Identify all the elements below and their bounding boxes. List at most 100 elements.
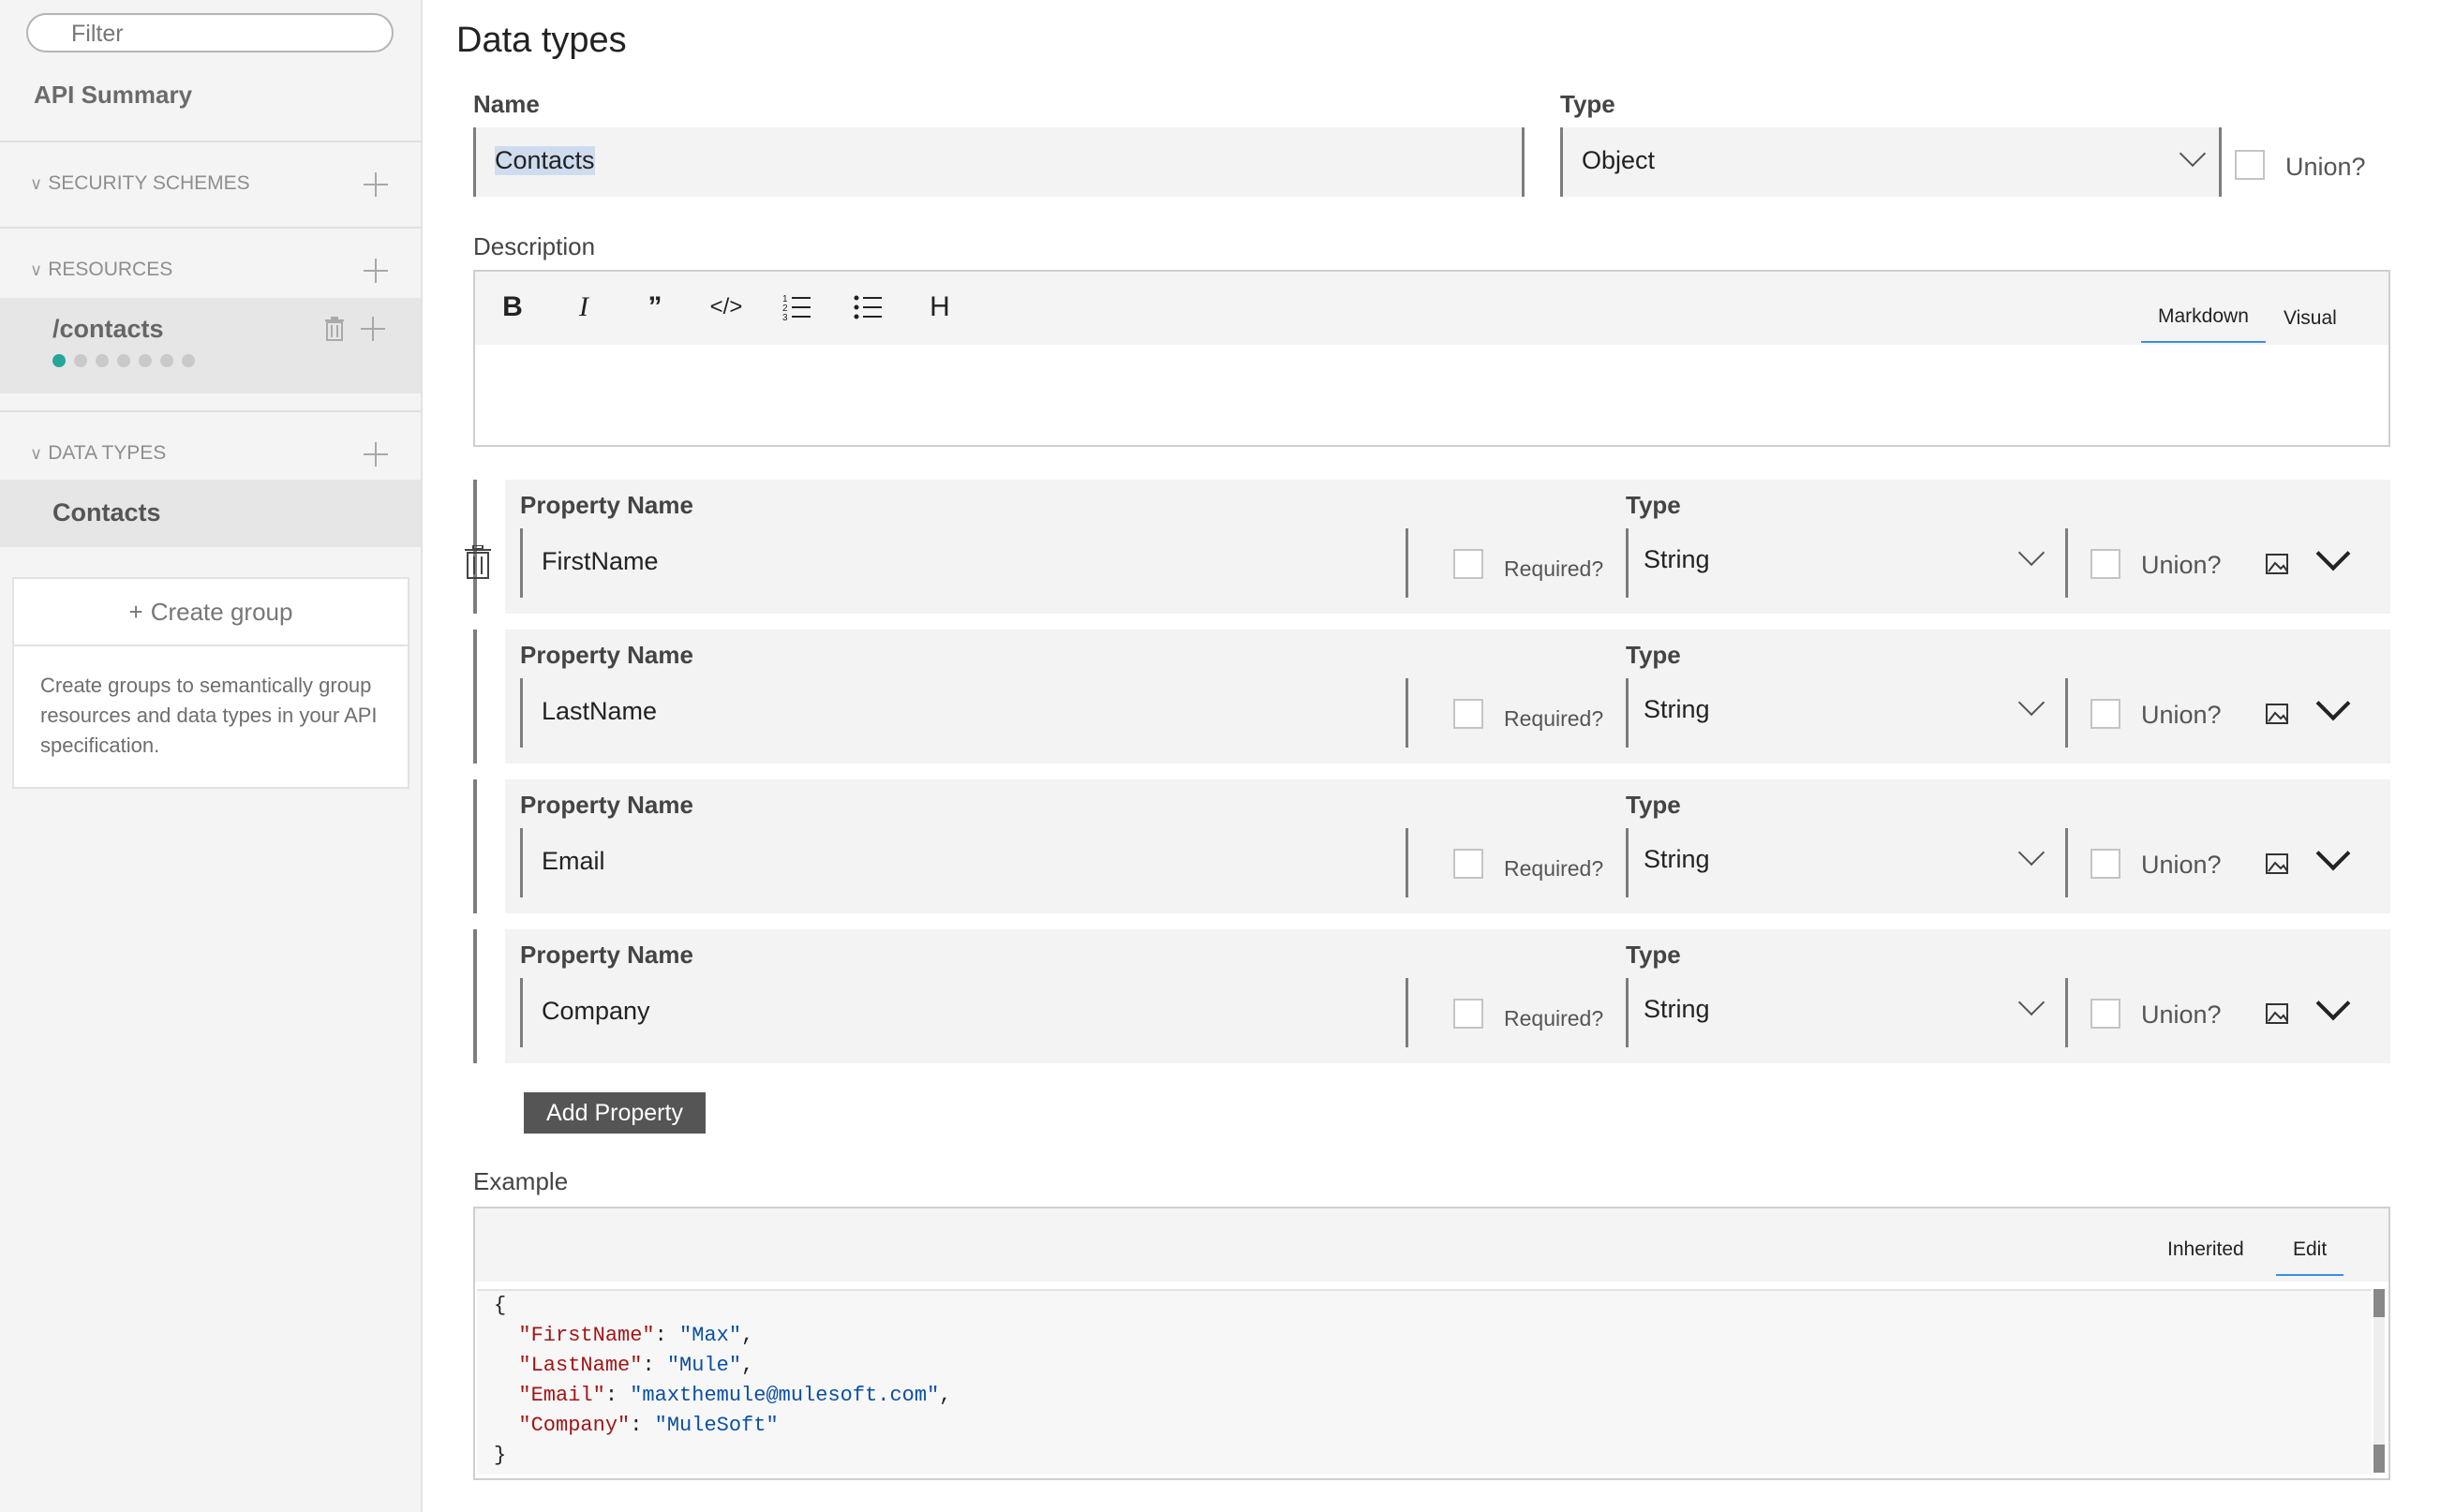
property-union-checkbox[interactable]	[2090, 549, 2120, 579]
property-card: Property Name Email Required? Type Strin…	[505, 779, 2390, 913]
data-types-label: DATA TYPES	[48, 442, 167, 464]
delete-resource-icon[interactable]	[324, 317, 345, 341]
property-type-label: Type	[1626, 491, 1681, 519]
create-group-button[interactable]: + Create group	[14, 579, 408, 646]
code-line: {	[494, 1294, 507, 1317]
delete-property-icon[interactable]	[464, 545, 492, 579]
code-value: "Mule"	[666, 1354, 742, 1377]
code-punct: ,	[939, 1384, 952, 1407]
api-summary-link[interactable]: API Summary	[34, 81, 192, 110]
method-dot	[160, 354, 173, 367]
required-checkbox[interactable]	[1453, 849, 1483, 879]
property-name-input[interactable]: Company	[520, 978, 1408, 1047]
filter-input[interactable]	[69, 20, 382, 49]
code-key: "LastName"	[518, 1354, 643, 1377]
add-security-scheme-icon[interactable]	[364, 172, 388, 197]
heading-button[interactable]: H	[921, 289, 959, 326]
example-scrollbar[interactable]	[2373, 1289, 2385, 1473]
resources-header[interactable]: ∨ RESOURCES	[30, 259, 172, 281]
page-title: Data types	[456, 21, 627, 60]
editor-toolbar: B I ” </> 123 H Markdown Visual	[475, 272, 2388, 345]
code-line: "Company": "MuleSoft"	[518, 1414, 779, 1437]
code-line: "Email": "maxthemule@mulesoft.com",	[518, 1384, 952, 1407]
code-button[interactable]: </>	[707, 289, 745, 326]
property-union-checkbox[interactable]	[2090, 699, 2120, 729]
tab-markdown[interactable]: Markdown	[2141, 305, 2266, 343]
add-resource-icon[interactable]	[364, 259, 388, 283]
tab-visual[interactable]: Visual	[2284, 307, 2337, 330]
tab-edit[interactable]: Edit	[2275, 1238, 2344, 1276]
quote-button[interactable]: ”	[636, 289, 674, 326]
property-facets-icon[interactable]	[2265, 703, 2289, 725]
method-dot	[96, 354, 109, 367]
data-type-item-contacts[interactable]: Contacts	[0, 480, 421, 547]
create-group-help: Create groups to semantically group reso…	[40, 674, 378, 757]
italic-button[interactable]: I	[565, 289, 603, 326]
filter-field[interactable]	[26, 13, 394, 52]
property-union-checkbox[interactable]	[2090, 999, 2120, 1029]
example-code[interactable]: { } "FirstName": "Max", "LastName": "Mul…	[477, 1289, 2372, 1475]
required-label: Required?	[1504, 556, 1604, 581]
example-editor[interactable]: Inherited Edit { } "FirstName": "Max", "…	[473, 1207, 2390, 1480]
property-type-label: Type	[1626, 941, 1681, 969]
code-value: "Max"	[679, 1324, 742, 1347]
required-label: Required?	[1504, 856, 1604, 881]
type-value: Object	[1582, 146, 1656, 174]
property-type-select[interactable]: String	[1626, 678, 2068, 748]
property-type-select[interactable]: String	[1626, 528, 2068, 598]
property-type-value: String	[1644, 845, 1710, 873]
ordered-list-icon[interactable]: 123	[779, 289, 816, 326]
code-line: "LastName": "Mule",	[518, 1354, 754, 1377]
expand-property-icon[interactable]	[2315, 986, 2351, 1021]
property-type-value: String	[1644, 695, 1710, 723]
data-types-header[interactable]: ∨ DATA TYPES	[30, 442, 166, 465]
property-union-checkbox[interactable]	[2090, 849, 2120, 879]
property-facets-icon[interactable]	[2265, 553, 2289, 575]
required-checkbox[interactable]	[1453, 549, 1483, 579]
property-name-label: Property Name	[520, 641, 693, 669]
description-label: Description	[473, 232, 596, 260]
property-name-input[interactable]: LastName	[520, 678, 1408, 748]
required-checkbox[interactable]	[1453, 999, 1483, 1029]
add-data-type-icon[interactable]	[364, 442, 388, 467]
chevron-down-icon	[2179, 140, 2207, 168]
add-nested-resource-icon[interactable]	[361, 317, 385, 341]
expand-property-icon[interactable]	[2315, 536, 2351, 571]
expand-property-icon[interactable]	[2315, 686, 2351, 721]
type-select[interactable]: Object	[1560, 127, 2222, 197]
chevron-down-icon	[2017, 689, 2046, 717]
property-type-value: String	[1644, 995, 1710, 1023]
property-facets-icon[interactable]	[2265, 1002, 2289, 1025]
name-field[interactable]: Contacts	[473, 127, 1525, 197]
property-name-value: LastName	[542, 697, 658, 725]
property-row: Property Name LastName Required? Type St…	[473, 630, 2390, 763]
bulleted-list-icon[interactable]	[850, 289, 887, 326]
property-union-label: Union?	[2141, 851, 2222, 879]
description-editor[interactable]: B I ” </> 123 H Markdown Visual	[473, 270, 2390, 447]
tab-inherited[interactable]: Inherited	[2167, 1238, 2244, 1261]
expand-property-icon[interactable]	[2315, 836, 2351, 871]
property-card: Property Name LastName Required? Type St…	[505, 630, 2390, 763]
add-property-button[interactable]: Add Property	[524, 1092, 706, 1134]
property-name-input[interactable]: FirstName	[520, 528, 1408, 598]
union-checkbox[interactable]	[2235, 150, 2265, 180]
property-union-label: Union?	[2141, 551, 2222, 579]
code-line: }	[494, 1444, 507, 1467]
create-group-card: + Create group Create groups to semantic…	[12, 577, 409, 789]
property-facets-icon[interactable]	[2265, 852, 2289, 875]
security-schemes-header[interactable]: ∨ SECURITY SCHEMES	[30, 172, 250, 195]
property-type-select[interactable]: String	[1626, 978, 2068, 1047]
bold-button[interactable]: B	[494, 289, 531, 326]
required-checkbox[interactable]	[1453, 699, 1483, 729]
name-label: Name	[473, 90, 540, 118]
resources-label: RESOURCES	[48, 259, 173, 280]
property-name-value: Email	[542, 847, 605, 875]
plus-icon: +	[128, 597, 143, 626]
property-type-select[interactable]: String	[1626, 828, 2068, 897]
scrollbar-thumb[interactable]	[2373, 1445, 2385, 1473]
property-card: Property Name Company Required? Type Str…	[505, 929, 2390, 1063]
property-name-input[interactable]: Email	[520, 828, 1408, 897]
property-name-value: FirstName	[542, 547, 659, 575]
scrollbar-thumb[interactable]	[2373, 1289, 2385, 1317]
resource-item-contacts[interactable]: /contacts	[0, 298, 421, 393]
